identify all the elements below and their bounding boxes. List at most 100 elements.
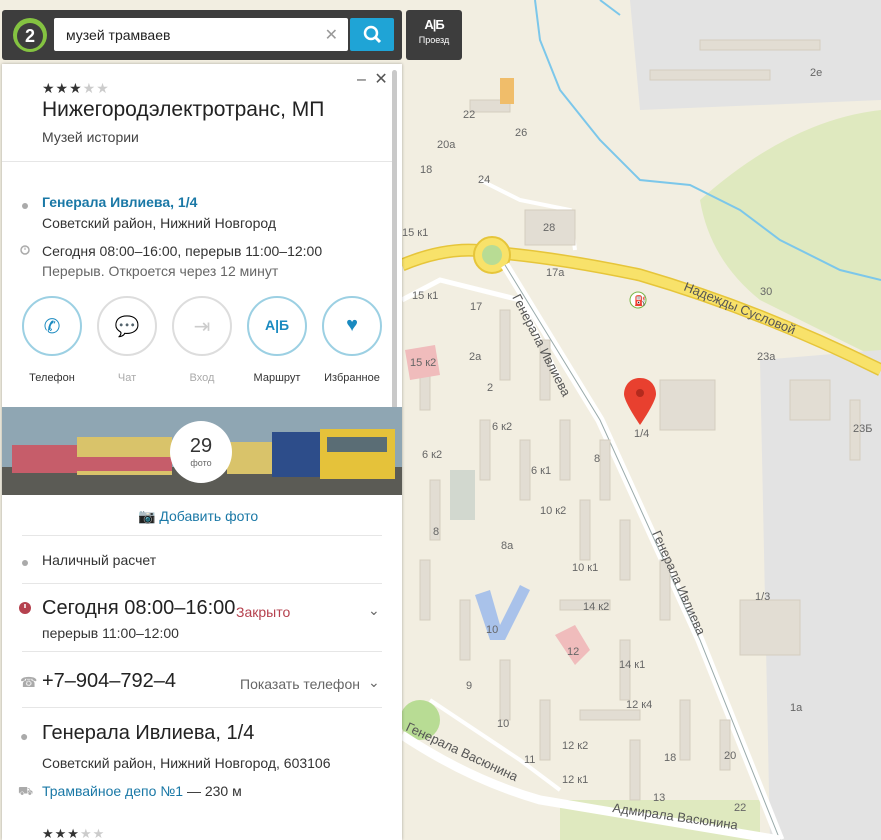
chevron-down-icon[interactable]: ⌄ xyxy=(368,602,380,619)
building-label: 6 к2 xyxy=(422,449,442,461)
chat-icon: 💬 xyxy=(114,316,140,338)
building-label: 2а xyxy=(469,351,482,363)
camera-plus-icon: 📷 xyxy=(138,508,156,524)
photo-gallery[interactable]: 29 фото xyxy=(2,407,402,495)
building-label: 12 xyxy=(567,646,579,658)
district-text: Советский район, Нижний Новгород xyxy=(42,215,277,231)
building-label: 12 к2 xyxy=(562,740,588,752)
photo-count: 29 xyxy=(189,435,213,457)
firm-card: ★★★★★ – ✕ Нижегородэлектротранс, МП Музе… xyxy=(2,64,402,840)
building-label: 20 xyxy=(724,750,736,762)
add-photo-button[interactable]: 📷 Добавить фото xyxy=(138,508,258,525)
chevron-down-icon[interactable]: ⌄ xyxy=(368,674,380,691)
address-link[interactable]: Генерала Ивлиева, 1/4 xyxy=(42,194,197,210)
rating-stars-bottom: ★★★★★ xyxy=(42,826,106,840)
building-label: 17 xyxy=(470,301,482,313)
building-label: 23Б xyxy=(853,423,872,435)
payment-text: Наличный расчет xyxy=(42,552,157,568)
action-label-route: Маршрут xyxy=(253,372,301,384)
address-big-link[interactable]: Генерала Ивлиева, 1/4 xyxy=(42,722,254,745)
photo-count-badge[interactable]: 29 фото xyxy=(170,421,232,483)
search-button[interactable] xyxy=(350,18,394,51)
route-button[interactable]: А|Б Проезд xyxy=(406,10,462,60)
hours-text: Сегодня 08:00–16:00, перерыв 11:00–12:00 xyxy=(42,243,323,259)
address-bullet-icon xyxy=(22,203,28,209)
svg-text:⛽: ⛽ xyxy=(634,294,646,307)
close-icon[interactable]: ✕ xyxy=(374,71,387,88)
card-controls: – ✕ xyxy=(357,69,388,89)
tram-stop-icon: ⛟ xyxy=(18,784,34,798)
favorite-action-button[interactable]: ♥ xyxy=(322,296,382,356)
2gis-logo-icon[interactable]: 2 xyxy=(13,18,47,52)
search-query[interactable]: музей трамваев xyxy=(66,27,170,43)
building-label: 9 xyxy=(466,680,472,692)
building-label: 6 к2 xyxy=(492,421,512,433)
chat-action-button[interactable]: 💬 xyxy=(97,296,157,356)
heart-icon: ♥ xyxy=(346,314,358,336)
divider xyxy=(22,651,382,652)
phone-action-button[interactable]: ✆ xyxy=(22,296,82,356)
building-label: 8а xyxy=(501,540,514,552)
transit-row: Трамвайное депо №1 — 230 м xyxy=(42,783,242,799)
divider xyxy=(22,707,382,708)
closed-status: Закрыто xyxy=(236,604,291,620)
building-label: 1/3 xyxy=(755,591,770,603)
building-label: 15 к2 xyxy=(410,357,436,369)
search-input[interactable]: музей трамваев ✕ xyxy=(54,18,348,51)
building-label: 8 xyxy=(594,453,600,465)
building-label: 20а xyxy=(437,139,456,151)
show-phone-button[interactable]: Показать телефон xyxy=(240,676,360,692)
divider xyxy=(2,161,392,162)
firm-name: Нижегородэлектротранс, МП xyxy=(42,98,325,121)
route-action-button[interactable]: А|Б xyxy=(247,296,307,356)
building-label: 2е xyxy=(810,67,822,79)
building-label: 13 xyxy=(653,792,665,804)
building-label: 28 xyxy=(543,222,555,234)
building-label: 24 xyxy=(478,174,490,186)
action-label-phone: Телефон xyxy=(29,372,75,384)
add-photo-label: Добавить фото xyxy=(159,508,259,524)
building-label: 6 к1 xyxy=(531,465,551,477)
pin-icon: ● xyxy=(20,728,29,744)
building-label: 1а xyxy=(790,702,803,714)
search-icon xyxy=(363,25,382,44)
address-full: Советский район, Нижний Новгород, 603106 xyxy=(42,755,331,771)
payment-bullet-icon xyxy=(22,560,28,566)
route-ab-icon: А|Б xyxy=(424,17,444,32)
clear-icon[interactable]: ✕ xyxy=(325,25,338,45)
phone-small-icon: ☎ xyxy=(20,674,38,690)
building-label: 23а xyxy=(757,351,776,363)
building-label: 17а xyxy=(546,267,565,279)
firm-category[interactable]: Музей истории xyxy=(42,129,139,145)
search-bar: 2 музей трамваев ✕ xyxy=(2,10,402,60)
divider xyxy=(22,583,382,584)
route-ab-icon: А|Б xyxy=(264,317,290,333)
building-label: 22 xyxy=(463,109,475,121)
building-label: 12 к4 xyxy=(626,699,652,711)
phone-number: +7–904–792–4 xyxy=(42,670,177,692)
divider xyxy=(22,535,382,536)
building-label: 10 к2 xyxy=(540,505,566,517)
break-status: Перерыв. Откроется через 12 минут xyxy=(42,263,279,279)
building-label: 14 к2 xyxy=(583,601,609,613)
building-label: 12 к1 xyxy=(562,774,588,786)
building-label: 26 xyxy=(515,127,527,139)
phone-icon: ✆ xyxy=(43,316,61,338)
building-label: 2 xyxy=(487,382,493,394)
building-label: 18 xyxy=(664,752,676,764)
minimize-icon[interactable]: – xyxy=(357,71,366,88)
building-label: 11 xyxy=(524,754,535,766)
transit-stop-link[interactable]: Трамвайное депо №1 xyxy=(42,783,183,799)
entrance-action-button[interactable]: ⇥ xyxy=(172,296,232,356)
action-label-favorite: Избранное xyxy=(324,372,380,384)
rating-stars: ★★★★★ xyxy=(42,80,110,96)
building-label: 14 к1 xyxy=(619,659,645,671)
building-label: 15 к1 xyxy=(402,227,428,239)
building-label: 18 xyxy=(420,164,432,176)
building-label: 10 xyxy=(486,624,498,636)
clock-icon xyxy=(20,245,30,255)
clock-closed-icon xyxy=(19,602,31,614)
building-label: 8 xyxy=(433,526,439,538)
action-label-chat: Чат xyxy=(117,372,137,384)
entrance-icon: ⇥ xyxy=(193,316,211,338)
